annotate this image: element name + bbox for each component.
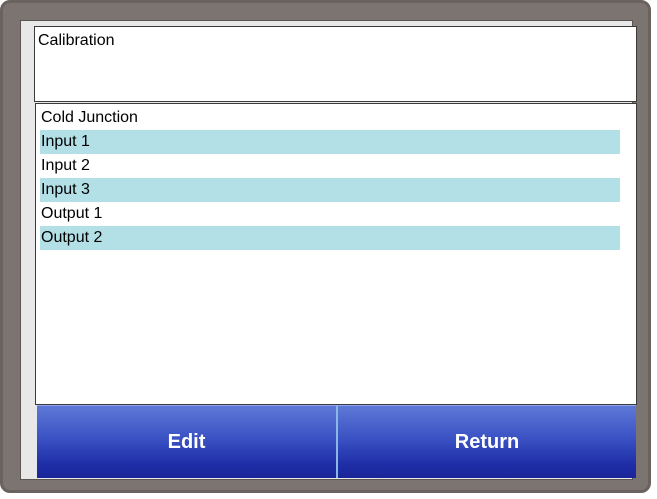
list-item-input-1[interactable]: Input 1 — [40, 130, 620, 154]
return-button-label: Return — [454, 430, 520, 453]
list-item-output-1[interactable]: Output 1 — [40, 202, 620, 226]
edit-button[interactable]: Edit — [37, 405, 338, 478]
list-item-input-2[interactable]: Input 2 — [40, 154, 620, 178]
list-item-cold-junction[interactable]: Cold Junction — [40, 106, 620, 130]
list-item-input-3[interactable]: Input 3 — [40, 178, 620, 202]
title-panel: Calibration — [34, 26, 637, 102]
return-button[interactable]: Return — [338, 405, 636, 478]
page-title: Calibration — [38, 32, 115, 49]
calibration-list: Cold Junction Input 1 Input 2 Input 3 Ou… — [35, 103, 637, 405]
list-item-output-2[interactable]: Output 2 — [40, 226, 620, 250]
edit-button-label: Edit — [167, 430, 206, 453]
